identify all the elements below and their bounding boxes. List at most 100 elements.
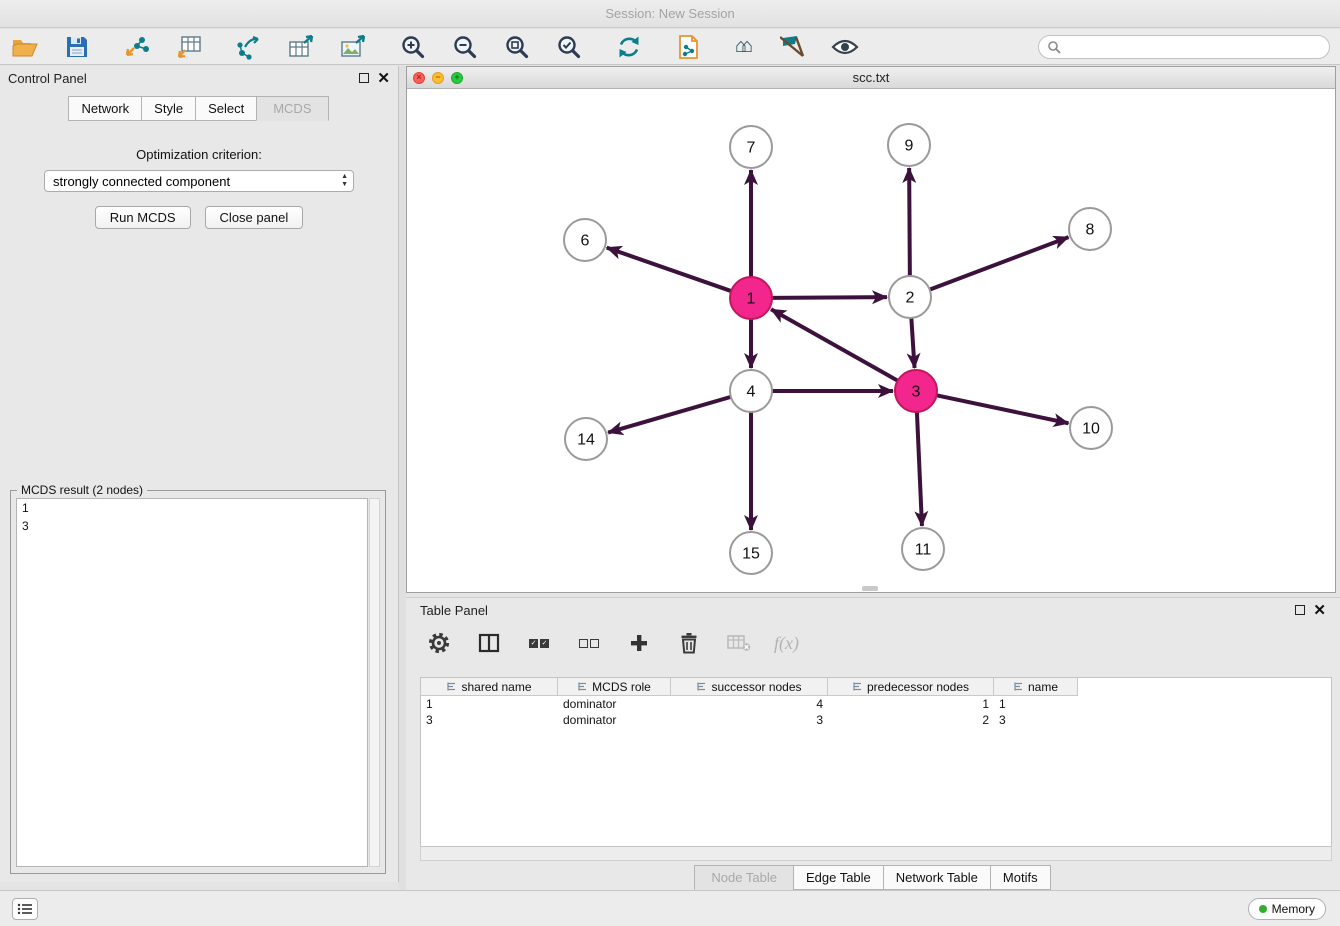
graph-edge-1-2[interactable] <box>772 297 887 298</box>
task-history-icon[interactable] <box>12 898 38 920</box>
graph-node-label: 10 <box>1082 421 1100 438</box>
add-column-plus-icon[interactable] <box>624 628 654 658</box>
copy-network-icon[interactable] <box>674 32 704 62</box>
memory-button[interactable]: Memory <box>1248 898 1326 920</box>
search-box[interactable] <box>1038 35 1330 59</box>
graph-node-6[interactable]: 6 <box>564 219 606 261</box>
minimize-window-icon[interactable]: − <box>432 72 444 84</box>
network-window-titlebar: × − + scc.txt <box>407 67 1335 89</box>
graph-node-9[interactable]: 9 <box>888 124 930 166</box>
graph-edge-2-3[interactable] <box>911 318 914 368</box>
tab-select[interactable]: Select <box>195 96 257 121</box>
delete-table-icon[interactable] <box>724 628 754 658</box>
table-tab-motifs[interactable]: Motifs <box>990 865 1051 890</box>
save-session-icon[interactable] <box>62 32 92 62</box>
graph-node-10[interactable]: 10 <box>1070 407 1112 449</box>
table-cell: 3 <box>671 712 828 728</box>
network-overview-icon[interactable]: ⌂⌂ <box>726 32 756 62</box>
table-panel-title: Table Panel <box>420 603 488 618</box>
graph-edge-1-6[interactable] <box>607 248 731 291</box>
result-list-item[interactable]: 3 <box>17 517 367 535</box>
table-tab-node-table[interactable]: Node Table <box>694 865 794 890</box>
graph-node-14[interactable]: 14 <box>565 418 607 460</box>
graph-edge-2-8[interactable] <box>930 237 1069 289</box>
mcds-result-list[interactable]: 13 <box>16 498 368 867</box>
float-window-icon[interactable] <box>359 73 369 83</box>
result-list-item[interactable]: 1 <box>17 499 367 517</box>
search-input[interactable] <box>1061 39 1321 54</box>
select-all-icon[interactable]: ✓✓ <box>524 628 554 658</box>
close-panel-button[interactable]: Close panel <box>205 206 304 229</box>
table-row[interactable]: 3dominator323 <box>421 712 1331 728</box>
apply-style-icon[interactable] <box>778 32 808 62</box>
table-cell: 1 <box>994 696 1078 712</box>
graph-edge-3-1[interactable] <box>771 309 898 380</box>
graph-node-8[interactable]: 8 <box>1069 208 1111 250</box>
graph-node-label: 3 <box>912 384 921 401</box>
criterion-dropdown[interactable]: strongly connected component ▲▼ <box>44 170 354 192</box>
table-cell: 3 <box>421 712 558 728</box>
zoom-out-icon[interactable] <box>450 32 480 62</box>
new-network-from-selection-icon[interactable] <box>234 32 264 62</box>
graph-node-11[interactable]: 11 <box>902 528 944 570</box>
column-header-name[interactable]: name <box>994 678 1078 696</box>
show-columns-icon[interactable] <box>474 628 504 658</box>
graph-node-label: 4 <box>747 384 756 401</box>
graph-node-7[interactable]: 7 <box>730 126 772 168</box>
function-builder-icon[interactable]: f(x) <box>774 628 799 658</box>
status-bar: Memory <box>0 890 1340 926</box>
graph-edge-3-11[interactable] <box>917 412 922 526</box>
zoom-fit-icon[interactable] <box>502 32 532 62</box>
column-header-shared-name[interactable]: shared name <box>421 678 558 696</box>
import-network-icon[interactable] <box>122 32 152 62</box>
column-header-successor-nodes[interactable]: successor nodes <box>671 678 828 696</box>
graph-edge-2-9[interactable] <box>909 168 910 276</box>
zoom-in-icon[interactable] <box>398 32 428 62</box>
maximize-window-icon[interactable]: + <box>451 72 463 84</box>
network-canvas[interactable]: 7 9 6 8 1 2 3 4 14 10 15 11 <box>407 89 1335 592</box>
export-table-icon[interactable] <box>286 32 316 62</box>
deselect-all-icon[interactable] <box>574 628 604 658</box>
table-cell: 4 <box>671 696 828 712</box>
graph-node-2[interactable]: 2 <box>889 276 931 318</box>
tab-network[interactable]: Network <box>68 96 142 121</box>
sort-column-icon <box>577 681 588 692</box>
graph-edge-3-10[interactable] <box>937 395 1069 423</box>
close-panel-icon[interactable]: ✕ <box>377 71 390 86</box>
import-table-icon[interactable] <box>174 32 204 62</box>
graph-edge-4-14[interactable] <box>608 397 731 433</box>
graph-node-label: 1 <box>747 291 756 308</box>
table-cell: dominator <box>558 712 671 728</box>
close-table-panel-icon[interactable]: ✕ <box>1313 603 1326 618</box>
tab-mcds[interactable]: MCDS <box>256 96 328 121</box>
run-mcds-button[interactable]: Run MCDS <box>95 206 191 229</box>
table-cell: 1 <box>421 696 558 712</box>
table-tabs: Node TableEdge TableNetwork TableMotifs <box>406 865 1340 890</box>
table-row[interactable]: 1dominator411 <box>421 696 1331 712</box>
graph-node-3[interactable]: 3 <box>895 370 937 412</box>
table-hscrollbar[interactable] <box>420 847 1332 861</box>
table-tab-edge-table[interactable]: Edge Table <box>793 865 884 890</box>
result-list-scrollbar[interactable] <box>369 498 380 867</box>
table-tab-network-table[interactable]: Network Table <box>883 865 991 890</box>
export-image-icon[interactable] <box>338 32 368 62</box>
graph-node-4[interactable]: 4 <box>730 370 772 412</box>
graph-node-1[interactable]: 1 <box>730 277 772 319</box>
canvas-hscrollbar[interactable] <box>862 586 878 591</box>
tab-style[interactable]: Style <box>141 96 196 121</box>
graph-node-15[interactable]: 15 <box>730 532 772 574</box>
zoom-selected-icon[interactable] <box>554 32 584 62</box>
open-session-icon[interactable] <box>10 32 40 62</box>
float-table-panel-icon[interactable] <box>1295 605 1305 615</box>
column-header-MCDS-role[interactable]: MCDS role <box>558 678 671 696</box>
application-window: Session: New Session <box>0 0 1340 926</box>
show-hide-icon[interactable] <box>830 32 860 62</box>
refresh-layout-icon[interactable] <box>614 32 644 62</box>
delete-column-trash-icon[interactable] <box>674 628 704 658</box>
column-header-predecessor-nodes[interactable]: predecessor nodes <box>828 678 994 696</box>
panel-splitter[interactable] <box>399 66 406 890</box>
table-header-row: shared nameMCDS rolesuccessor nodesprede… <box>421 678 1331 696</box>
table-settings-gear-icon[interactable] <box>424 628 454 658</box>
sort-column-icon <box>696 681 707 692</box>
close-window-icon[interactable]: × <box>413 72 425 84</box>
